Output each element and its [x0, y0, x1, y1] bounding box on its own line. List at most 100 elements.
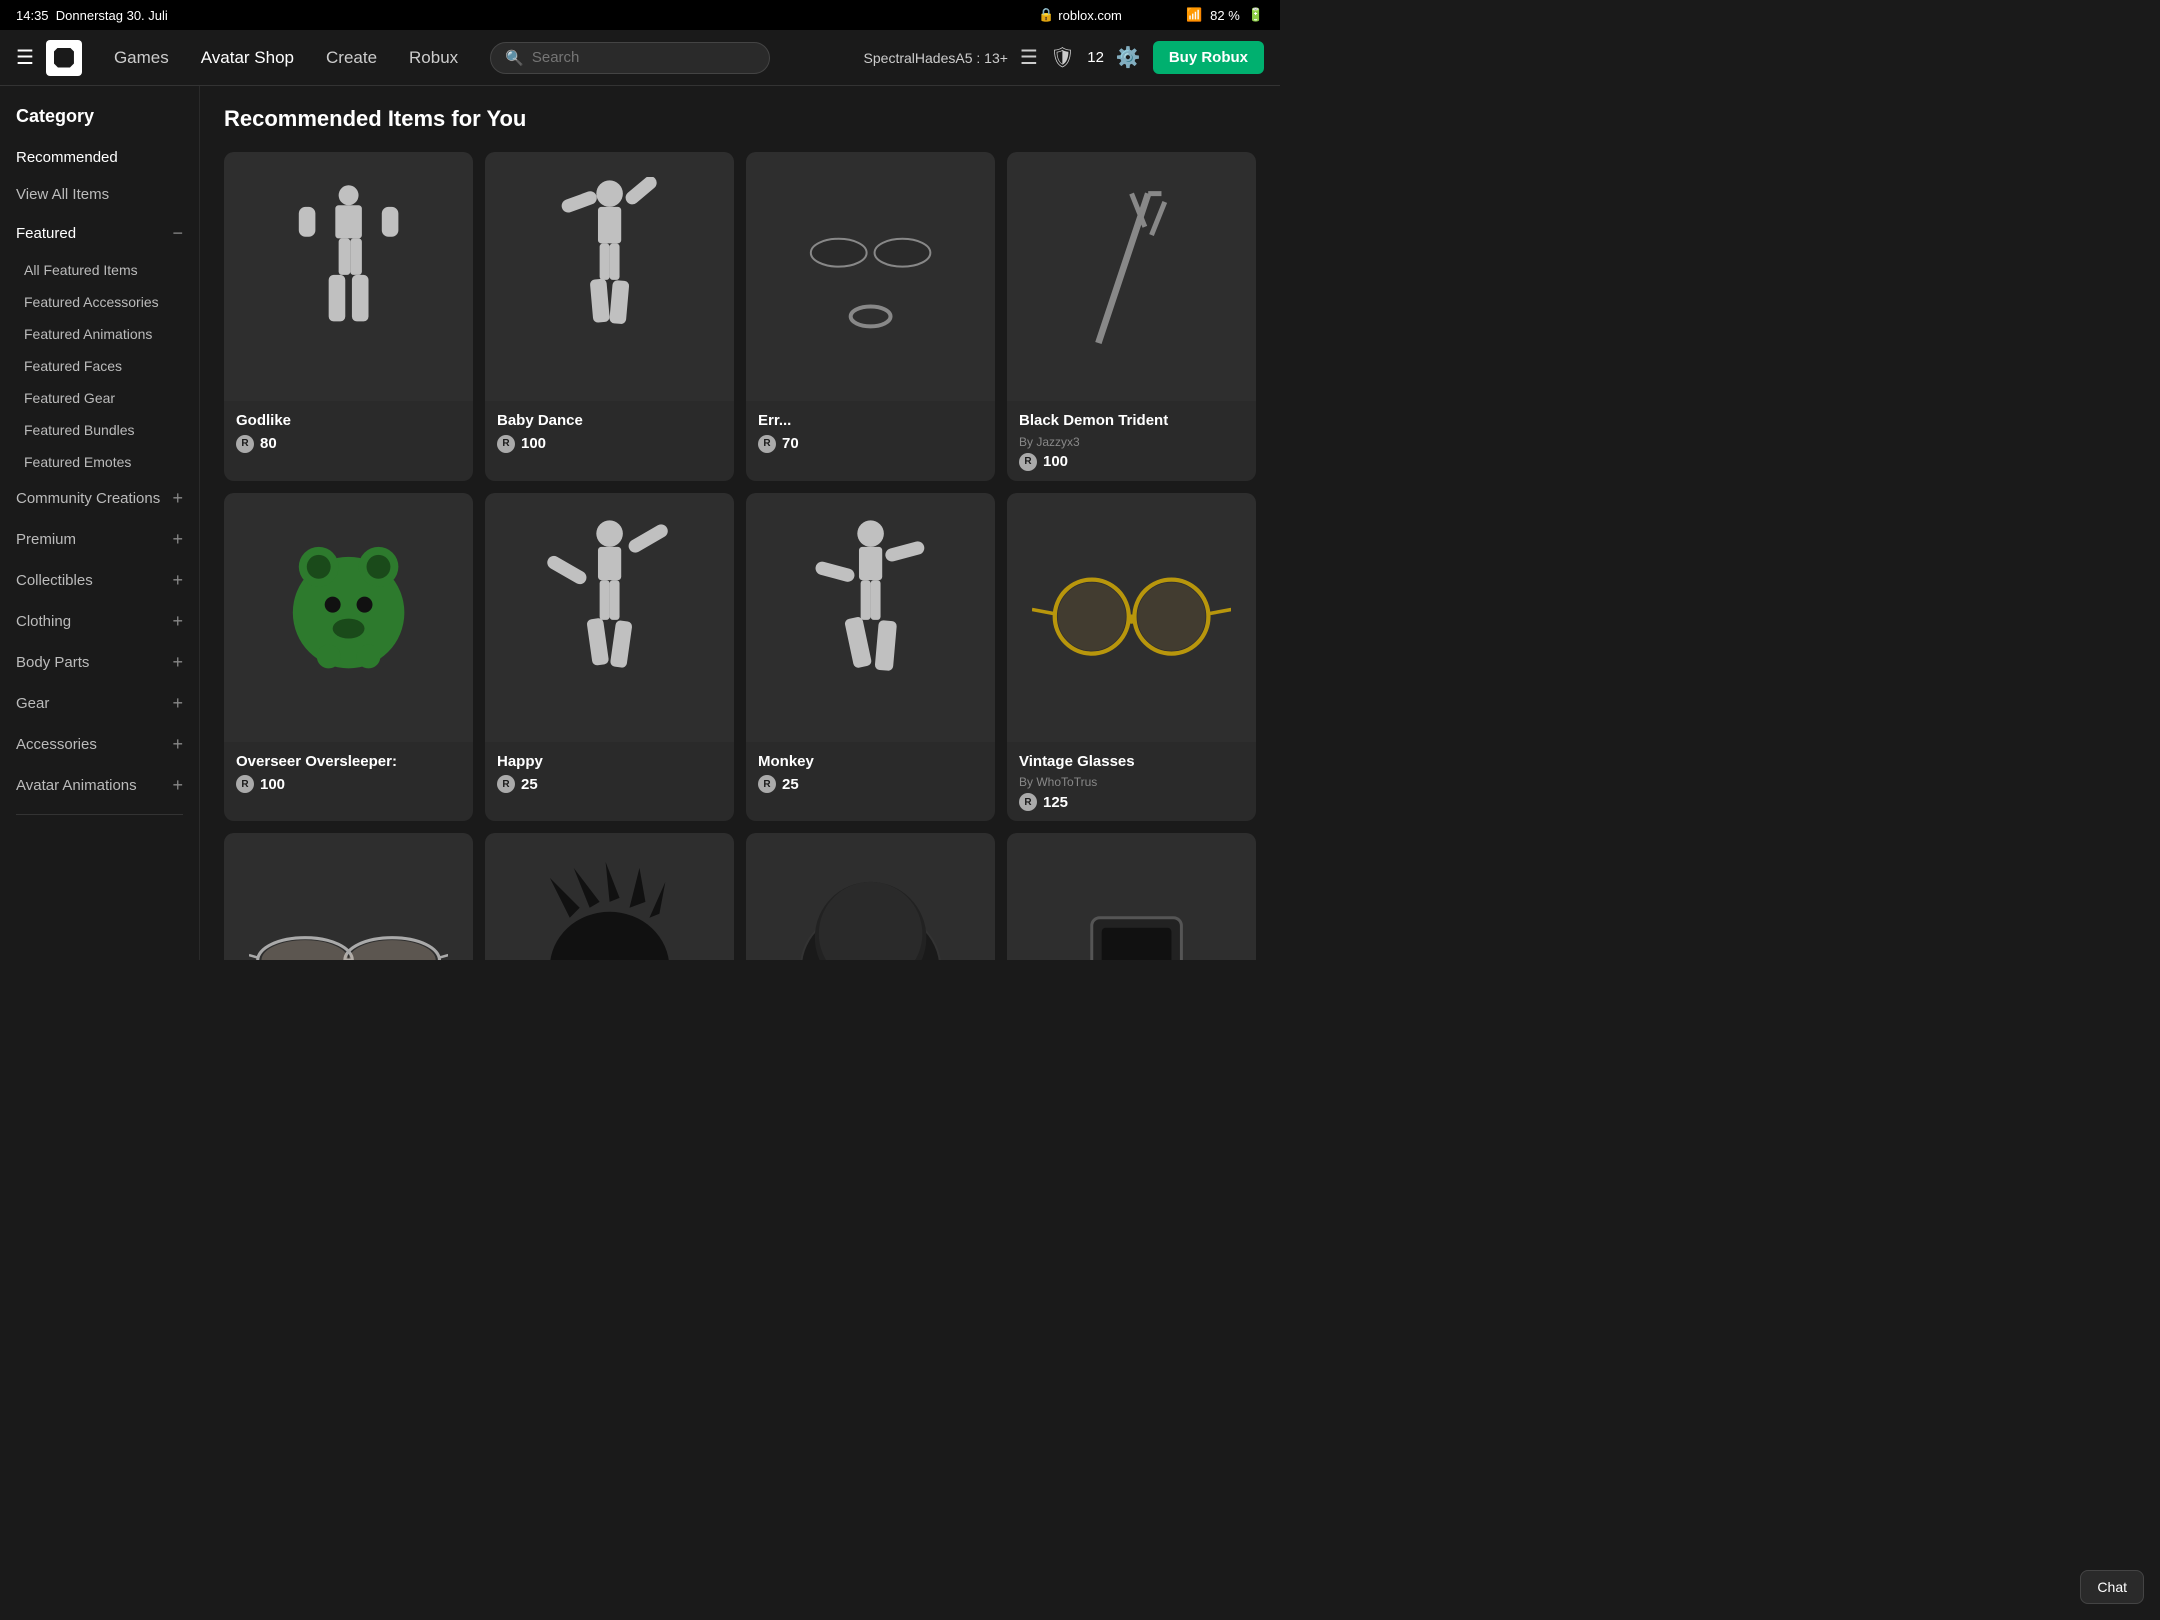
sidebar-item-featured-emotes[interactable]: Featured Emotes	[0, 446, 199, 478]
sidebar-item-community-creations[interactable]: Community Creations +	[0, 478, 199, 519]
item-card-vintage-glasses[interactable]: Vintage Glasses By WhoToTrus R 125	[1007, 493, 1256, 822]
sidebar-item-gear[interactable]: Gear +	[0, 683, 199, 724]
item-name-err: Err...	[758, 411, 983, 431]
item-image-err	[746, 152, 995, 401]
sidebar-item-featured-animations[interactable]: Featured Animations	[0, 318, 199, 350]
sidebar-item-all-featured[interactable]: All Featured Items	[0, 254, 199, 286]
roblox-logo-mark	[54, 48, 74, 68]
sidebar-item-featured-faces[interactable]: Featured Faces	[0, 350, 199, 382]
avatar-animations-expand-icon: +	[172, 775, 183, 796]
nav-games[interactable]: Games	[98, 30, 185, 86]
item-image-baby-dance	[485, 152, 734, 401]
item-info-godlike: Godlike R 80	[224, 401, 473, 463]
item-card-happy[interactable]: Happy R 25	[485, 493, 734, 822]
content-area: Recommended Items for You	[200, 86, 1280, 960]
nav-right: SpectralHadesA5 : 13+ ☰ 🛡 12 ⚙️ Buy Robu…	[864, 41, 1264, 74]
item-card-retro-sunglasses[interactable]: Retro Sunglasses	[224, 833, 473, 960]
premium-expand-icon: +	[172, 529, 183, 550]
robux-icon: R	[758, 775, 776, 793]
robux-icon: R	[1019, 453, 1037, 471]
featured-collapse-icon: −	[172, 223, 183, 244]
gear-expand-icon: +	[172, 693, 183, 714]
community-expand-icon: +	[172, 488, 183, 509]
sidebar-item-accessories[interactable]: Accessories +	[0, 724, 199, 765]
item-name-godlike: Godlike	[236, 411, 461, 431]
sidebar-item-featured-bundles[interactable]: Featured Bundles	[0, 414, 199, 446]
item-name-monkey: Monkey	[758, 752, 983, 772]
item-image-monkey	[746, 493, 995, 742]
sidebar-item-featured[interactable]: Featured −	[0, 213, 199, 254]
item-image-shadowed-head	[746, 833, 995, 960]
search-icon: 🔍	[505, 49, 524, 67]
robux-icon: R	[758, 435, 776, 453]
item-image-happy	[485, 493, 734, 742]
item-image-black-demon-trident	[1007, 152, 1256, 401]
status-time-date: 14:35 Donnerstag 30. Juli	[16, 8, 168, 23]
robux-icon: R	[497, 775, 515, 793]
status-bar: 14:35 Donnerstag 30. Juli 🔒 roblox.com 📶…	[0, 0, 1280, 30]
hamburger-menu[interactable]: ☰	[16, 45, 34, 70]
item-image-retro-sunglasses	[224, 833, 473, 960]
nav-avatar-shop[interactable]: Avatar Shop	[185, 30, 310, 86]
item-image-12	[1007, 833, 1256, 960]
robux-icon: R	[236, 775, 254, 793]
item-card-baby-dance[interactable]: Baby Dance R 100	[485, 152, 734, 481]
collectibles-expand-icon: +	[172, 570, 183, 591]
nav-robux-count: 12	[1087, 49, 1104, 66]
item-card-godlike[interactable]: Godlike R 80	[224, 152, 473, 481]
item-image-beautiful-hair	[485, 833, 734, 960]
sidebar-item-premium[interactable]: Premium +	[0, 519, 199, 560]
roblox-logo[interactable]	[46, 40, 82, 76]
search-bar[interactable]: 🔍	[490, 42, 770, 74]
battery-status: 82 %	[1210, 8, 1240, 23]
nav-robux[interactable]: Robux	[393, 30, 474, 86]
item-info-monkey: Monkey R 25	[746, 742, 995, 804]
item-name-baby-dance: Baby Dance	[497, 411, 722, 431]
buy-robux-button[interactable]: Buy Robux	[1153, 41, 1264, 74]
nav-list-icon[interactable]: ☰	[1020, 45, 1038, 70]
item-image-overseer	[224, 493, 473, 742]
sidebar-item-body-parts[interactable]: Body Parts +	[0, 642, 199, 683]
lock-icon: 🔒	[1038, 7, 1054, 23]
item-price-happy: R 25	[497, 775, 722, 793]
item-card-shadowed-head[interactable]: Shadowed Head	[746, 833, 995, 960]
item-info-overseer: Overseer Oversleeper: R 100	[224, 742, 473, 804]
nav-create[interactable]: Create	[310, 30, 393, 86]
sidebar-item-avatar-animations[interactable]: Avatar Animations +	[0, 765, 199, 806]
item-price-baby-dance: R 100	[497, 435, 722, 453]
item-creator-black-demon-trident: By Jazzyx3	[1019, 435, 1244, 449]
search-input[interactable]	[532, 49, 755, 66]
item-price-black-demon-trident: R 100	[1019, 453, 1244, 471]
robux-icon: R	[236, 435, 254, 453]
item-price-err: R 70	[758, 435, 983, 453]
accessories-expand-icon: +	[172, 734, 183, 755]
nav-shield-icon[interactable]: 🛡	[1050, 45, 1075, 70]
sidebar-item-featured-accessories[interactable]: Featured Accessories	[0, 286, 199, 318]
nav-settings-icon[interactable]: ⚙️	[1116, 45, 1141, 70]
item-info-vintage-glasses: Vintage Glasses By WhoToTrus R 125	[1007, 742, 1256, 822]
sidebar-item-clothing[interactable]: Clothing +	[0, 601, 199, 642]
item-card-err[interactable]: Err... R 70	[746, 152, 995, 481]
item-info-baby-dance: Baby Dance R 100	[485, 401, 734, 463]
navbar: ☰ Games Avatar Shop Create Robux 🔍 Spect…	[0, 30, 1280, 86]
sidebar-item-collectibles[interactable]: Collectibles +	[0, 560, 199, 601]
item-card-beautiful-hair[interactable]: Beautiful Hair for	[485, 833, 734, 960]
sidebar: Category Recommended View All Items Feat…	[0, 86, 200, 960]
battery-icon: 🔋	[1248, 7, 1264, 23]
item-name-black-demon-trident: Black Demon Trident	[1019, 411, 1244, 431]
wifi-icon: 📶	[1186, 7, 1202, 23]
robux-icon: R	[497, 435, 515, 453]
sidebar-item-recommended[interactable]: Recommended	[0, 139, 199, 176]
item-card-overseer[interactable]: Overseer Oversleeper: R 100	[224, 493, 473, 822]
item-card-monkey[interactable]: Monkey R 25	[746, 493, 995, 822]
item-card-black-demon-trident[interactable]: Black Demon Trident By Jazzyx3 R 100	[1007, 152, 1256, 481]
item-card-12[interactable]	[1007, 833, 1256, 960]
sidebar-category-title: Category	[0, 98, 199, 139]
item-info-err: Err... R 70	[746, 401, 995, 463]
sidebar-item-view-all[interactable]: View All Items	[0, 176, 199, 213]
item-name-happy: Happy	[497, 752, 722, 772]
chat-button[interactable]: Chat	[2080, 1570, 2144, 1604]
sidebar-item-featured-gear[interactable]: Featured Gear	[0, 382, 199, 414]
clothing-expand-icon: +	[172, 611, 183, 632]
item-creator-vintage-glasses: By WhoToTrus	[1019, 775, 1244, 789]
